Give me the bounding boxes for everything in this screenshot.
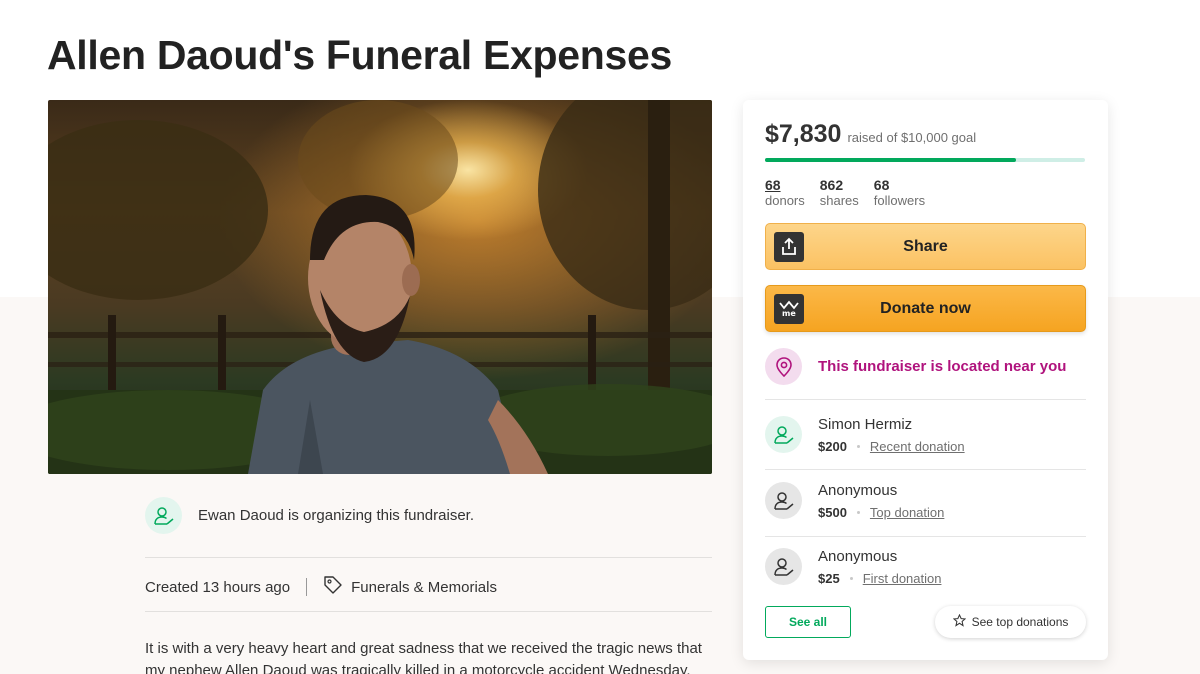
story-text: It is with a very heavy heart and great … (145, 640, 702, 674)
stat-followers: 68 followers (874, 177, 925, 209)
organizer-avatar-icon (145, 497, 182, 534)
hero-photo-scene (48, 100, 712, 474)
donor-name: Anonymous (818, 548, 898, 565)
donor-avatar-icon (765, 548, 802, 585)
donation-item: Simon Hermiz $200 Recent donation (765, 416, 1086, 466)
organizer-text: Ewan Daoud is organizing this fundraiser… (198, 507, 474, 524)
donation-amount: $200 (818, 439, 847, 454)
donor-avatar-icon (765, 482, 802, 519)
share-upload-icon (774, 232, 804, 262)
location-pin-icon (765, 348, 802, 385)
separator-dot (849, 577, 853, 580)
page-title: Allen Daoud's Funeral Expenses (47, 32, 673, 78)
category-link[interactable]: Funerals & Memorials (323, 575, 497, 599)
divider (765, 399, 1086, 400)
raised-goal-text: raised of $10,000 goal (847, 130, 977, 145)
donor-name: Simon Hermiz (818, 416, 913, 433)
see-all-button[interactable]: See all (765, 606, 851, 638)
donation-meta: $200 Recent donation (818, 439, 965, 454)
donation-meta: $500 Top donation (818, 505, 944, 520)
stat-donors[interactable]: 68 donors (765, 177, 805, 209)
location-notice-text: This fundraiser is located near you (818, 358, 1067, 375)
campaign-meta: Created 13 hours ago Funerals & Memorial… (145, 575, 497, 599)
donation-meta: $25 First donation (818, 571, 941, 586)
progress-bar (765, 158, 1085, 162)
divider (765, 536, 1086, 537)
separator-dot (856, 511, 860, 514)
svg-text:me: me (782, 309, 796, 318)
share-button-label: Share (903, 237, 948, 255)
donation-item: Anonymous $25 First donation (765, 548, 1086, 598)
stat-shares: 862 shares (820, 177, 859, 209)
stat-donors-number[interactable]: 68 (765, 177, 805, 193)
donation-kind-link[interactable]: First donation (863, 571, 942, 586)
tag-icon (323, 575, 343, 599)
donation-item: Anonymous $500 Top donation (765, 482, 1086, 532)
donation-amount: $25 (818, 571, 840, 586)
stat-followers-number: 68 (873, 177, 890, 193)
stat-shares-number: 862 (819, 177, 844, 193)
location-notice: This fundraiser is located near you (765, 348, 1066, 385)
share-button[interactable]: Share (765, 223, 1086, 270)
donor-name: Anonymous (818, 482, 898, 499)
star-icon (952, 613, 966, 630)
separator-dot (856, 445, 860, 448)
donation-amount: $500 (818, 505, 847, 520)
donate-now-label: Donate now (880, 299, 971, 317)
stat-donors-label: donors (765, 193, 805, 208)
donation-kind-link[interactable]: Top donation (870, 505, 944, 520)
donate-now-button[interactable]: me Donate now (765, 285, 1086, 332)
stat-shares-label: shares (819, 193, 859, 208)
see-top-donations-button[interactable]: See top donations (935, 606, 1086, 638)
gofundme-logo-icon: me (774, 294, 804, 324)
donation-kind-link[interactable]: Recent donation (870, 439, 965, 454)
organizer-row: Ewan Daoud is organizing this fundraiser… (145, 497, 474, 534)
donation-card: $7,830 raised of $10,000 goal 68 donors … (743, 100, 1108, 660)
divider (145, 557, 712, 558)
divider (765, 469, 1086, 470)
campaign-stats: 68 donors 862 shares 68 followers (765, 177, 925, 209)
created-time: Created 13 hours ago (145, 578, 291, 596)
see-top-donations-label: See top donations (971, 615, 1069, 629)
raised-summary: $7,830 raised of $10,000 goal (765, 120, 976, 149)
donor-avatar-icon (765, 416, 802, 453)
raised-amount: $7,830 (765, 120, 842, 148)
divider (145, 611, 712, 612)
meta-separator (306, 578, 308, 596)
campaign-hero-photo (48, 100, 712, 474)
progress-bar-fill (765, 158, 1016, 162)
stat-followers-label: followers (873, 193, 926, 208)
category-label: Funerals & Memorials (351, 578, 497, 596)
